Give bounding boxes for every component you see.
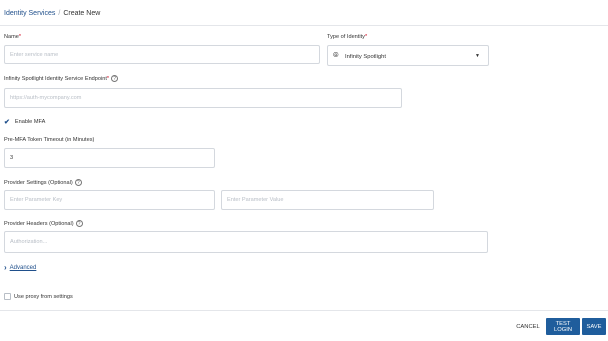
- name-label-text: Name: [4, 34, 19, 40]
- spotlight-icon: ⦾: [333, 52, 339, 59]
- checkbox-icon[interactable]: [4, 293, 11, 300]
- provider-settings-label: Provider Settings (Optional)?: [4, 179, 82, 186]
- type-of-identity-label-text: Type of Identity: [327, 34, 365, 40]
- required-mark: *: [106, 75, 110, 82]
- checkmark-icon[interactable]: ✔: [4, 118, 10, 126]
- save-button[interactable]: SAVE: [582, 318, 606, 335]
- provider-headers-input[interactable]: [5, 232, 487, 252]
- provider-headers-label-text: Provider Headers (Optional): [4, 220, 74, 227]
- use-proxy-checkbox[interactable]: Use proxy from settings: [4, 293, 73, 300]
- breadcrumb-identity-services[interactable]: Identity Services: [4, 10, 55, 17]
- mfa-timeout-input[interactable]: [5, 149, 214, 167]
- endpoint-label-text: Infinity Spotlight Identity Service Endp…: [4, 75, 107, 82]
- provider-headers-field[interactable]: [4, 231, 488, 253]
- cancel-button[interactable]: CANCEL: [513, 318, 543, 335]
- mfa-timeout-label: Pre-MFA Token Timeout (in Minutes): [4, 137, 95, 143]
- type-of-identity-label: Type of Identity*: [327, 34, 367, 40]
- footer-divider: [0, 310, 608, 311]
- name-input[interactable]: [5, 46, 319, 63]
- help-icon[interactable]: ?: [75, 220, 83, 227]
- breadcrumb: Identity Services / Create New: [4, 10, 100, 17]
- endpoint-field[interactable]: [4, 88, 402, 108]
- breadcrumb-separator: /: [58, 10, 61, 17]
- advanced-toggle[interactable]: › Advanced: [4, 263, 36, 272]
- endpoint-label: Infinity Spotlight Identity Service Endp…: [4, 75, 119, 82]
- enable-mfa-checkbox[interactable]: ✔ Enable MFA: [4, 118, 45, 126]
- help-icon[interactable]: ?: [74, 179, 82, 186]
- required-mark: *: [364, 34, 368, 40]
- provider-headers-label: Provider Headers (Optional)?: [4, 220, 83, 227]
- enable-mfa-label: Enable MFA: [14, 119, 46, 125]
- parameter-key-field[interactable]: [4, 190, 215, 210]
- mfa-timeout-field[interactable]: [4, 148, 215, 168]
- use-proxy-label: Use proxy from settings: [14, 293, 73, 300]
- breadcrumb-current: Create New: [63, 10, 101, 17]
- required-mark: *: [18, 34, 22, 40]
- help-icon[interactable]: ?: [111, 75, 119, 82]
- type-of-identity-select[interactable]: ⦾ Infinity Spotlight ▼: [327, 45, 489, 66]
- name-label: Name*: [4, 34, 21, 40]
- advanced-link[interactable]: Advanced: [10, 265, 37, 271]
- chevron-right-icon[interactable]: ›: [4, 263, 7, 272]
- parameter-key-input[interactable]: [5, 191, 214, 209]
- parameter-value-input[interactable]: [222, 191, 433, 209]
- name-field[interactable]: [4, 45, 320, 64]
- page-header: Identity Services / Create New: [0, 0, 608, 26]
- chevron-down-icon: ▼: [475, 53, 480, 59]
- parameter-value-field[interactable]: [221, 190, 434, 210]
- test-login-button[interactable]: TEST LOGIN: [546, 318, 580, 335]
- endpoint-input[interactable]: [5, 89, 401, 107]
- type-of-identity-value: Infinity Spotlight: [345, 54, 386, 60]
- provider-settings-label-text: Provider Settings (Optional): [4, 179, 73, 186]
